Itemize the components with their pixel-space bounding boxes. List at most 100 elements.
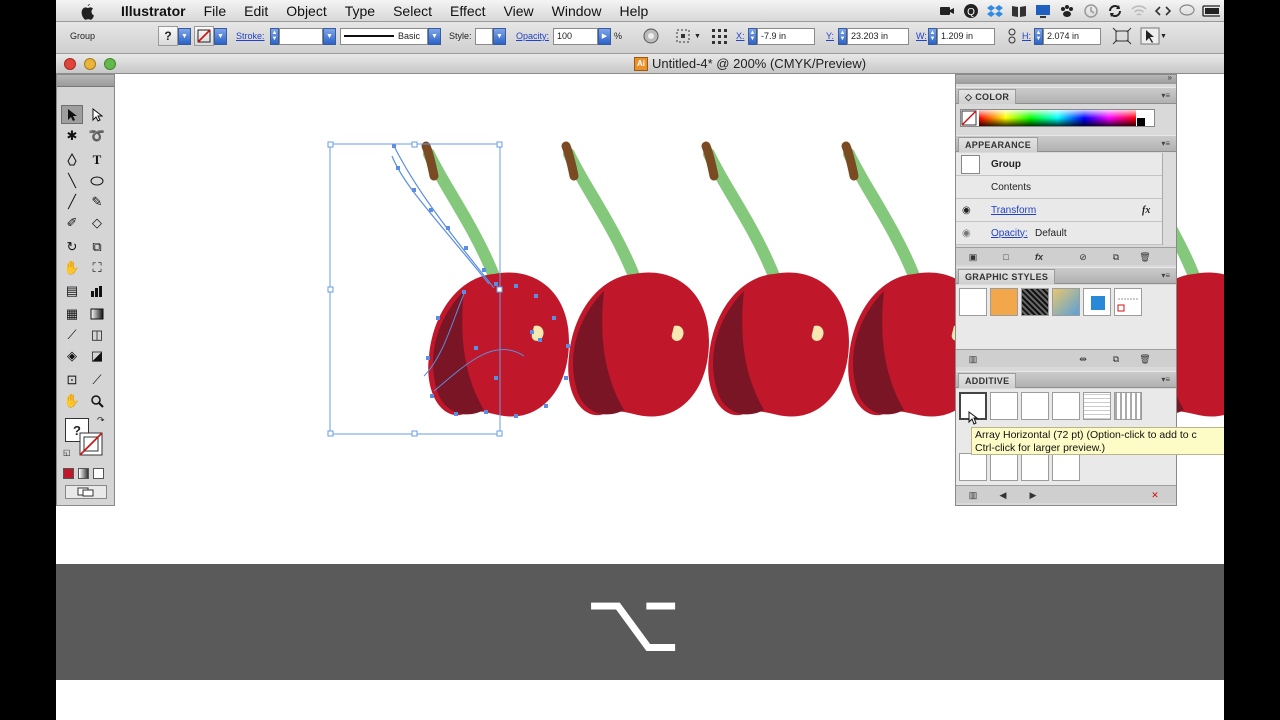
additive-style-5[interactable]: [1083, 392, 1111, 420]
appearance-effect-row[interactable]: ◉ Transform fx: [956, 199, 1162, 222]
transform-button[interactable]: [1112, 26, 1132, 46]
stepper-icon[interactable]: ▲ ▼: [838, 27, 847, 45]
type-tool-icon[interactable]: T: [86, 150, 108, 169]
w-field[interactable]: ▲ ▼ 1.209 in: [928, 26, 995, 46]
appearance-scrollbar[interactable]: [1162, 153, 1176, 245]
fill-color-swatch[interactable]: ? ▼: [158, 26, 191, 46]
time-machine-icon[interactable]: [1082, 2, 1100, 20]
gradient-mode-icon[interactable]: [78, 468, 89, 479]
wifi-icon[interactable]: [1130, 2, 1148, 20]
chevron-down-icon[interactable]: ▼: [493, 27, 506, 45]
panel-menu-icon[interactable]: ▾≡: [1161, 271, 1170, 280]
zoom-tool-icon[interactable]: [86, 391, 108, 410]
hand-tool-icon[interactable]: ✋: [61, 391, 83, 410]
paw-icon[interactable]: [1058, 2, 1076, 20]
eye-icon[interactable]: ◉: [962, 228, 971, 239]
lasso-tool-icon[interactable]: ➰: [86, 126, 108, 145]
graphic-style-default[interactable]: [959, 288, 987, 316]
appearance-effect-link[interactable]: Transform: [991, 205, 1036, 216]
sync-icon[interactable]: [1106, 2, 1124, 20]
stroke-weight-field[interactable]: ▲ ▼ ▼: [270, 26, 336, 46]
stepper-icon[interactable]: ▲ ▼: [928, 27, 937, 45]
additive-style-9[interactable]: [1021, 453, 1049, 481]
h-input[interactable]: 2.074 in: [1043, 27, 1101, 45]
panel-dock-header[interactable]: »: [956, 73, 1176, 84]
eye-icon[interactable]: ◉: [962, 205, 971, 216]
graphic-style-none[interactable]: [1114, 288, 1142, 316]
opacity-label[interactable]: Opacity:: [516, 26, 549, 46]
color-spectrum-bar[interactable]: [960, 109, 1155, 127]
quicksilver-icon[interactable]: Q: [962, 2, 980, 20]
apple-menu-icon[interactable]: [76, 2, 98, 20]
eraser-tool-icon[interactable]: ◇: [86, 213, 108, 232]
menu-select[interactable]: Select: [384, 3, 441, 19]
recolor-artwork-button[interactable]: [642, 26, 660, 46]
additive-style-3[interactable]: [1021, 392, 1049, 420]
new-style-icon[interactable]: ⧉: [1109, 353, 1123, 365]
stroke-color-swatch[interactable]: ▼: [194, 26, 227, 46]
additive-panel-tab[interactable]: ADDITIVE: [958, 373, 1017, 388]
symbol-sprayer-tool-icon[interactable]: ▤: [61, 281, 83, 300]
opacity-input[interactable]: 100: [553, 27, 598, 45]
battery-icon[interactable]: [1202, 2, 1220, 20]
style-libraries-icon[interactable]: ▥: [966, 353, 980, 365]
zoom-window-button[interactable]: [104, 58, 116, 70]
brush-definition-dropdown[interactable]: Basic ▼: [340, 26, 441, 46]
swap-fill-stroke-icon[interactable]: ↷: [97, 415, 105, 426]
constrain-proportions-button[interactable]: [1007, 26, 1017, 46]
gradient-tool-icon[interactable]: [86, 304, 108, 323]
next-library-icon[interactable]: ▶: [1026, 489, 1040, 501]
stroke-weight-input[interactable]: [279, 27, 323, 45]
align-to-button[interactable]: ▼: [674, 26, 701, 46]
pencil-tool-icon[interactable]: ✎: [86, 192, 108, 211]
stepper-icon[interactable]: ▲ ▼: [1034, 27, 1043, 45]
menu-edit[interactable]: Edit: [235, 3, 277, 19]
additive-style-8[interactable]: [990, 453, 1018, 481]
none-mode-icon[interactable]: [93, 468, 104, 479]
close-window-button[interactable]: [64, 58, 76, 70]
x-label[interactable]: X:: [736, 26, 745, 46]
stroke-swatch-none-icon[interactable]: [79, 432, 103, 456]
pen-tool-icon[interactable]: [61, 150, 83, 169]
menu-help[interactable]: Help: [610, 3, 657, 19]
appearance-opacity-row[interactable]: ◉ Opacity: Default: [956, 222, 1162, 245]
menu-object[interactable]: Object: [277, 3, 335, 19]
y-field[interactable]: ▲ ▼ 23.203 in: [838, 26, 909, 46]
additive-style-7[interactable]: [959, 453, 987, 481]
free-transform-tool-icon[interactable]: ⛶: [86, 258, 108, 277]
warp-tool-icon[interactable]: ✋: [61, 258, 83, 277]
previous-library-icon[interactable]: ◀: [996, 489, 1010, 501]
stepper-icon[interactable]: ▲ ▼: [748, 27, 757, 45]
style-dropdown[interactable]: ▼: [475, 26, 506, 46]
collapse-dock-icon[interactable]: »: [1168, 73, 1172, 82]
graphic-style-3d[interactable]: [1052, 288, 1080, 316]
chevron-down-icon[interactable]: ▼: [428, 27, 441, 45]
menu-file[interactable]: File: [195, 3, 236, 19]
blend-tool-icon[interactable]: ◫: [86, 325, 108, 344]
color-mode-icon[interactable]: [63, 468, 74, 479]
panel-menu-icon[interactable]: ▾≡: [1161, 139, 1170, 148]
appearance-contents-row[interactable]: Contents: [956, 176, 1162, 199]
color-panel-header[interactable]: ◇ COLOR ▾≡: [956, 87, 1176, 104]
mesh-tool-icon[interactable]: ▦: [61, 304, 83, 323]
add-effect-icon[interactable]: fx: [1032, 251, 1046, 263]
live-paint-selection-tool-icon[interactable]: ◪: [86, 346, 108, 365]
y-label[interactable]: Y:: [826, 26, 834, 46]
fill-stroke-control[interactable]: ? ↷ ◱: [63, 415, 105, 458]
x-field[interactable]: ▲ ▼ -7.9 in: [748, 26, 815, 46]
book-icon[interactable]: [1010, 2, 1028, 20]
stroke-label[interactable]: Stroke:: [236, 26, 265, 46]
break-link-icon[interactable]: ⇹: [1076, 353, 1090, 365]
panel-menu-icon[interactable]: ▾≡: [1161, 91, 1170, 100]
artboard-tool-icon[interactable]: ⊡: [61, 370, 83, 389]
display-icon[interactable]: [1034, 2, 1052, 20]
eyedropper-tool-icon[interactable]: ⟋: [61, 325, 83, 344]
rotate-tool-icon[interactable]: ↻: [61, 237, 83, 256]
h-label[interactable]: H:: [1022, 26, 1031, 46]
add-fill-icon[interactable]: □: [999, 251, 1013, 263]
slice-tool-icon[interactable]: ⟋: [86, 370, 108, 389]
reference-point-button[interactable]: [710, 26, 730, 46]
appearance-object-row[interactable]: Group: [956, 153, 1162, 176]
default-fill-stroke-icon[interactable]: ◱: [63, 448, 71, 457]
appearance-opacity-link[interactable]: Opacity:: [991, 228, 1028, 239]
